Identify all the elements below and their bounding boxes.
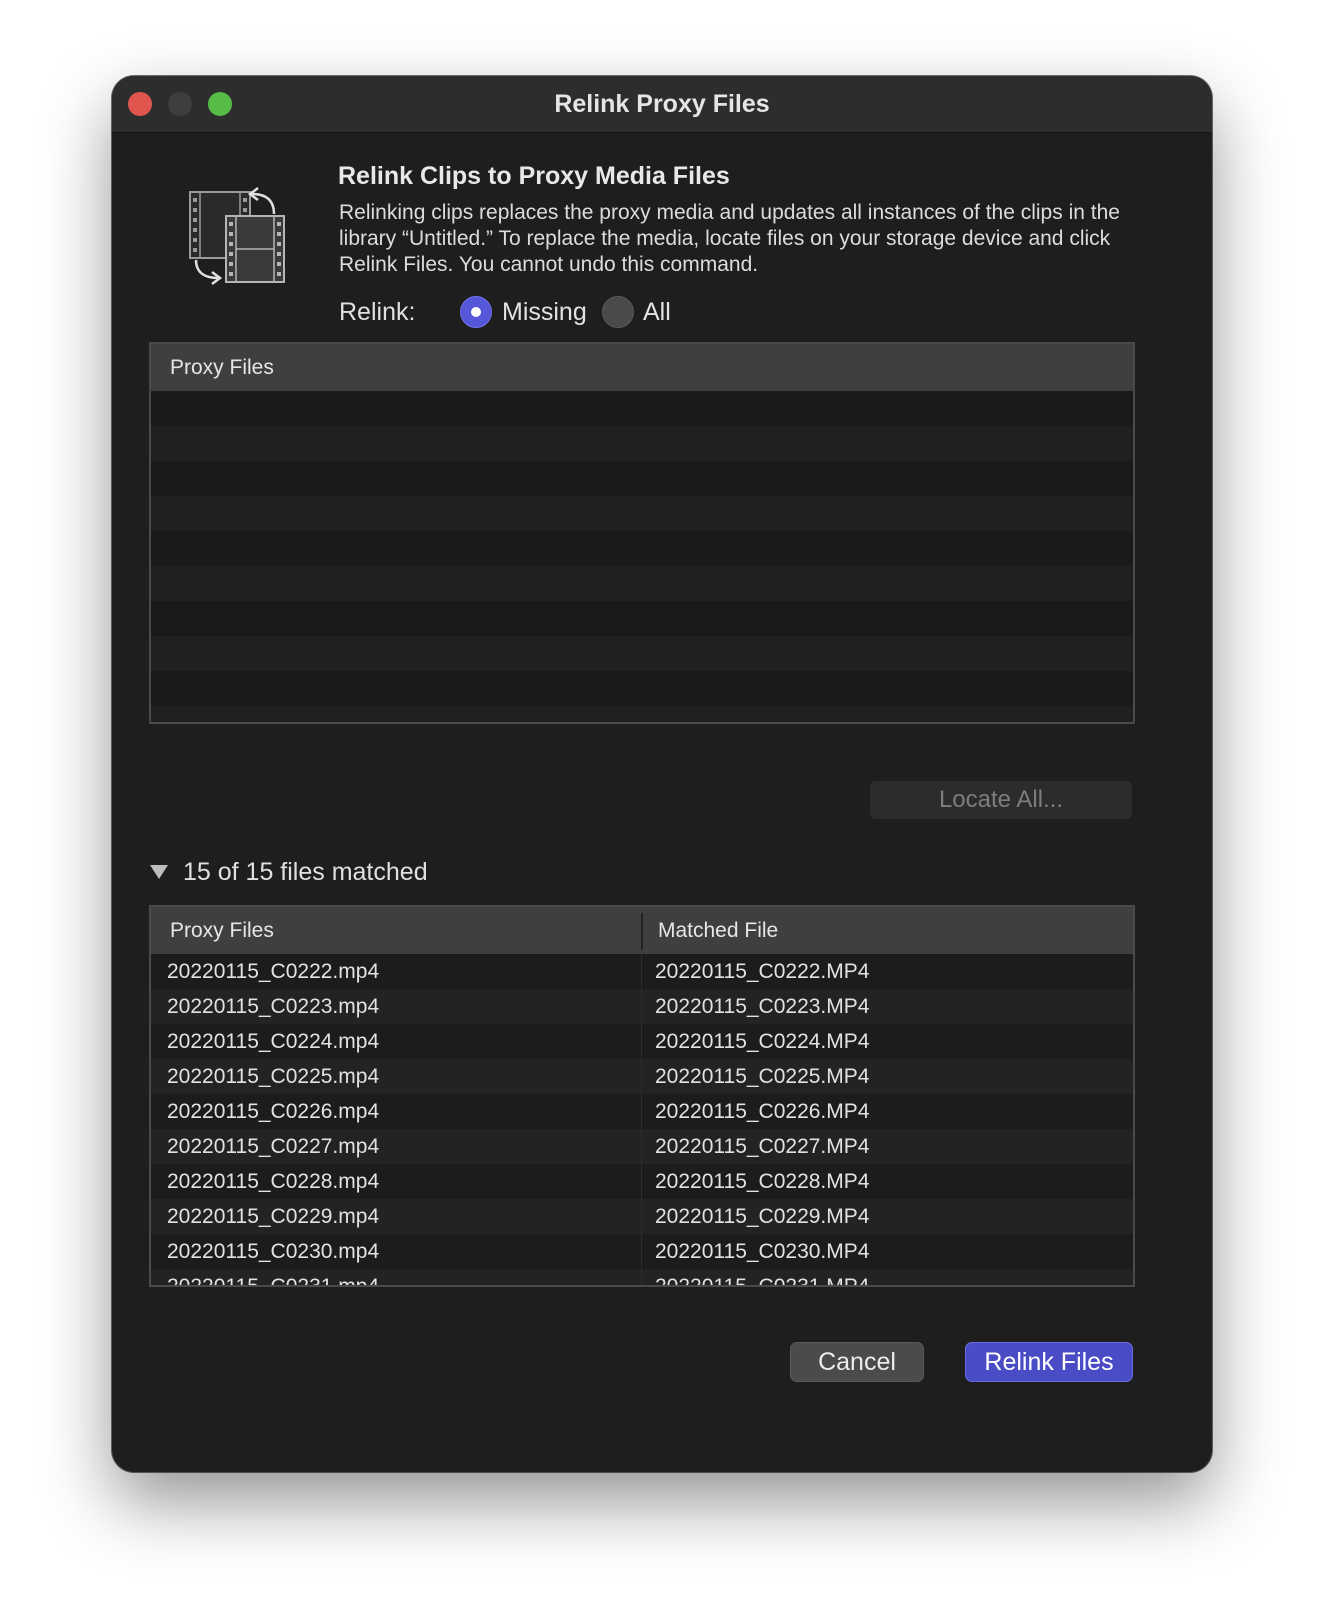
radio-all-label[interactable]: All bbox=[643, 298, 671, 327]
table-row[interactable]: 20220115_C0229.mp4 20220115_C0229.MP4 bbox=[151, 1199, 1133, 1234]
matched-file-cell: 20220115_C0230.MP4 bbox=[655, 1240, 870, 1263]
proxy-file-cell: 20220115_C0230.mp4 bbox=[167, 1240, 380, 1263]
column-divider bbox=[641, 1199, 642, 1234]
locate-all-button[interactable]: Locate All... bbox=[870, 781, 1132, 819]
missing-proxy-files-table[interactable]: Proxy Files bbox=[149, 342, 1135, 724]
column-divider bbox=[641, 1129, 642, 1164]
column-header-proxy-files[interactable]: Proxy Files bbox=[170, 344, 274, 391]
proxy-file-cell: 20220115_C0227.mp4 bbox=[167, 1135, 380, 1158]
proxy-file-cell: 20220115_C0222.mp4 bbox=[167, 960, 380, 983]
proxy-file-cell: 20220115_C0224.mp4 bbox=[167, 1030, 380, 1053]
matched-file-cell: 20220115_C0231.MP4 bbox=[655, 1269, 869, 1285]
table-row[interactable]: 20220115_C0222.mp4 20220115_C0222.MP4 bbox=[151, 954, 1133, 989]
proxy-file-cell: 20220115_C0231.mp4 bbox=[167, 1269, 379, 1285]
table-row[interactable]: 20220115_C0230.mp4 20220115_C0230.MP4 bbox=[151, 1234, 1133, 1269]
column-header-proxy-files[interactable]: Proxy Files bbox=[170, 907, 274, 954]
table-row[interactable]: 20220115_C0227.mp4 20220115_C0227.MP4 bbox=[151, 1129, 1133, 1164]
matched-files-table[interactable]: Proxy Files Matched File 20220115_C0222.… bbox=[149, 905, 1135, 1287]
relink-proxy-files-dialog: Relink Proxy Files Relink Clips to Proxy… bbox=[112, 76, 1212, 1472]
radio-missing[interactable] bbox=[460, 296, 492, 328]
table-header: Proxy Files Matched File bbox=[151, 907, 1133, 954]
table-row[interactable]: 20220115_C0224.mp4 20220115_C0224.MP4 bbox=[151, 1024, 1133, 1059]
table-header: Proxy Files bbox=[151, 344, 1133, 391]
relink-files-button[interactable]: Relink Files bbox=[965, 1342, 1133, 1382]
table-row[interactable]: 20220115_C0226.mp4 20220115_C0226.MP4 bbox=[151, 1094, 1133, 1129]
column-divider bbox=[641, 1234, 642, 1269]
proxy-file-cell: 20220115_C0229.mp4 bbox=[167, 1205, 380, 1228]
title-bar: Relink Proxy Files bbox=[112, 76, 1212, 133]
matched-file-cell: 20220115_C0223.MP4 bbox=[655, 995, 870, 1018]
column-divider bbox=[641, 954, 642, 989]
matched-file-cell: 20220115_C0222.MP4 bbox=[655, 960, 870, 983]
table-row[interactable]: 20220115_C0225.mp4 20220115_C0225.MP4 bbox=[151, 1059, 1133, 1094]
empty-table-body bbox=[151, 391, 1133, 722]
proxy-file-cell: 20220115_C0226.mp4 bbox=[167, 1100, 380, 1123]
radio-missing-label[interactable]: Missing bbox=[502, 298, 587, 327]
proxy-file-cell: 20220115_C0228.mp4 bbox=[167, 1170, 380, 1193]
column-divider[interactable] bbox=[641, 913, 643, 950]
column-divider bbox=[641, 989, 642, 1024]
matched-file-cell: 20220115_C0226.MP4 bbox=[655, 1100, 870, 1123]
radio-all[interactable] bbox=[602, 296, 634, 328]
table-row[interactable]: 20220115_C0228.mp4 20220115_C0228.MP4 bbox=[151, 1164, 1133, 1199]
cancel-button[interactable]: Cancel bbox=[790, 1342, 924, 1382]
column-divider bbox=[641, 1269, 642, 1285]
dialog-heading: Relink Clips to Proxy Media Files bbox=[338, 162, 730, 190]
relink-film-clips-icon bbox=[189, 187, 285, 285]
window-title: Relink Proxy Files bbox=[554, 90, 770, 118]
column-divider bbox=[641, 1059, 642, 1094]
column-divider bbox=[641, 1024, 642, 1059]
table-row[interactable]: 20220115_C0231.mp4 20220115_C0231.MP4 bbox=[151, 1269, 1133, 1285]
disclosure-triangle-icon[interactable] bbox=[150, 865, 168, 879]
matched-table-body: 20220115_C0222.mp4 20220115_C0222.MP4 202… bbox=[151, 954, 1133, 1285]
proxy-file-cell: 20220115_C0223.mp4 bbox=[167, 995, 380, 1018]
proxy-file-cell: 20220115_C0225.mp4 bbox=[167, 1065, 380, 1088]
column-divider bbox=[641, 1094, 642, 1129]
matched-file-cell: 20220115_C0225.MP4 bbox=[655, 1065, 870, 1088]
matched-file-cell: 20220115_C0229.MP4 bbox=[655, 1205, 870, 1228]
matched-file-cell: 20220115_C0228.MP4 bbox=[655, 1170, 870, 1193]
matched-summary: 15 of 15 files matched bbox=[183, 858, 428, 886]
radio-selected-dot bbox=[471, 307, 481, 317]
column-divider bbox=[641, 1164, 642, 1199]
column-header-matched-file[interactable]: Matched File bbox=[658, 907, 778, 954]
relink-label: Relink: bbox=[339, 298, 416, 326]
matched-file-cell: 20220115_C0224.MP4 bbox=[655, 1030, 870, 1053]
table-row[interactable]: 20220115_C0223.mp4 20220115_C0223.MP4 bbox=[151, 989, 1133, 1024]
dialog-description: Relinking clips replaces the proxy media… bbox=[339, 201, 1120, 276]
matched-file-cell: 20220115_C0227.MP4 bbox=[655, 1135, 870, 1158]
